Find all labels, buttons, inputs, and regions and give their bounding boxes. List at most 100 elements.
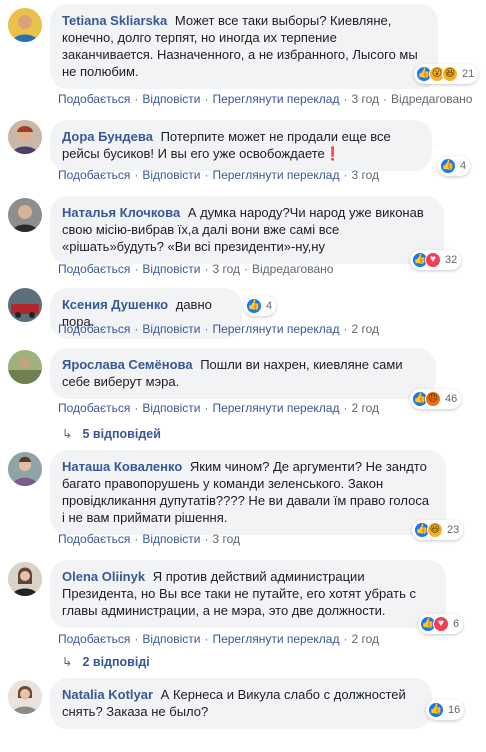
timestamp[interactable]: 2 год [351,632,379,646]
reaction-summary[interactable]: 👍 😠 46 [410,389,462,409]
separator: · [134,92,139,106]
like-link[interactable]: Подобається [58,632,130,646]
reply-link[interactable]: Відповісти [142,322,200,336]
comment-author[interactable]: Tetiana Skliarska [62,13,167,28]
comment-actions: Подобається · Відповісти · 3 год · Відредагова… [58,262,333,276]
comment-bubble: Olena Oliinyk Я против действий админист… [50,560,446,628]
separator: · [343,168,348,182]
comment-author[interactable]: Наталья Клочкова [62,205,180,220]
comment-actions: Подобається · Відповісти · Переглянути перек… [58,322,379,336]
reaction-summary[interactable]: 👍 4 [244,296,277,316]
comment-bubble: Tetiana Skliarska Может все таки выборы?… [50,4,438,89]
separator: · [204,632,209,646]
avatar[interactable] [8,120,42,154]
like-link[interactable]: Подобається [58,401,130,415]
reaction-summary[interactable]: 👍 😆 23 [412,520,464,540]
reaction-count: 4 [266,300,273,312]
separator: · [343,322,348,336]
reaction-summary[interactable]: 👍 ♥ 6 [418,614,464,634]
separator: · [204,168,209,182]
reaction-summary[interactable]: 👍 😮 😆 21 [414,64,479,84]
like-link[interactable]: Подобається [58,168,130,182]
avatar[interactable] [8,8,42,42]
avatar[interactable] [8,452,42,486]
comment-bubble: Natalia Kotlyar А Кернеса и Викула слабо… [50,678,432,729]
avatar[interactable] [8,350,42,384]
haha-reaction-icon: 😆 [442,66,458,82]
comment-author[interactable]: Дора Бундева [62,129,153,144]
reply-link[interactable]: Відповісти [142,262,200,276]
reaction-summary[interactable]: 👍 16 [426,700,465,720]
view-replies-link[interactable]: ↳ 5 відповідей [62,426,161,441]
comment-actions: Подобається · Відповісти · 3 год [58,532,240,546]
separator: · [204,401,209,415]
avatar[interactable] [8,288,42,322]
reaction-count: 32 [445,254,458,266]
timestamp[interactable]: 3 год [212,532,240,546]
timestamp[interactable]: 3 год [212,262,240,276]
translate-link[interactable]: Переглянути переклад [212,168,339,182]
comment-author[interactable]: Olena Oliinyk [62,569,145,584]
reaction-summary[interactable]: 👍 ♥ 32 [410,250,462,270]
reaction-count: 4 [460,160,467,172]
separator: · [134,262,139,276]
separator: · [134,401,139,415]
comment-actions: Подобається · Відповісти · Переглянути перек… [58,168,379,182]
translate-link[interactable]: Переглянути переклад [212,322,339,336]
comment-actions: Подобається · Відповісти · Переглянути перек… [58,92,472,106]
view-replies-link[interactable]: ↳ 2 відповіді [62,654,150,669]
reaction-count: 21 [462,68,475,80]
love-reaction-icon: ♥ [425,252,441,268]
separator: · [204,322,209,336]
like-reaction-icon: 👍 [440,158,456,174]
reaction-summary[interactable]: 👍 4 [438,156,471,176]
translate-link[interactable]: Переглянути переклад [212,632,339,646]
reply-arrow-icon: ↳ [62,655,73,669]
comment-actions: Подобається · Відповісти · Переглянути перек… [58,401,379,415]
separator: · [343,401,348,415]
reply-link[interactable]: Відповісти [142,532,200,546]
reaction-count: 46 [445,393,458,405]
avatar[interactable] [8,198,42,232]
comment-author[interactable]: Ксения Душенко [62,297,168,312]
separator: · [134,632,139,646]
reply-link[interactable]: Відповісти [142,92,200,106]
avatar[interactable] [8,680,42,714]
timestamp[interactable]: 2 год [351,401,379,415]
translate-link[interactable]: Переглянути переклад [212,401,339,415]
translate-link[interactable]: Переглянути переклад [212,92,339,106]
replies-count: 2 відповіді [82,655,150,669]
angry-reaction-icon: 😠 [425,391,441,407]
like-link[interactable]: Подобається [58,322,130,336]
comment-author[interactable]: Ярослава Семёнова [62,357,193,372]
like-link[interactable]: Подобається [58,262,130,276]
timestamp[interactable]: 3 год [351,92,379,106]
replies-count: 5 відповідей [82,427,161,441]
love-reaction-icon: ♥ [433,616,449,632]
comment-author[interactable]: Наташа Коваленко [62,459,182,474]
reply-arrow-icon: ↳ [62,427,73,441]
reply-link[interactable]: Відповісти [142,632,200,646]
like-reaction-icon: 👍 [428,702,444,718]
timestamp[interactable]: 2 год [351,322,379,336]
reply-link[interactable]: Відповісти [142,168,200,182]
comment-bubble: Ярослава Семёнова Пошли ви нахрен, киевл… [50,348,436,399]
reaction-count: 16 [448,704,461,716]
timestamp[interactable]: 3 год [351,168,379,182]
comment-author[interactable]: Natalia Kotlyar [62,687,153,702]
separator: · [204,532,209,546]
like-link[interactable]: Подобається [58,532,130,546]
edited-label: Відредаговано [391,92,473,106]
like-reaction-icon: 👍 [246,298,262,314]
like-link[interactable]: Подобається [58,92,130,106]
separator: · [383,92,388,106]
separator: · [204,92,209,106]
comment-bubble: Наталья Клочкова А думка народу?Чи народ… [50,196,444,264]
edited-label: Відредаговано [252,262,334,276]
comment-bubble: Наташа Коваленко Яким чином? Де аргумент… [50,450,446,535]
separator: · [134,532,139,546]
reply-link[interactable]: Відповісти [142,401,200,415]
avatar[interactable] [8,562,42,596]
comment-actions: Подобається · Відповісти · Переглянути перек… [58,632,379,646]
separator: · [134,168,139,182]
